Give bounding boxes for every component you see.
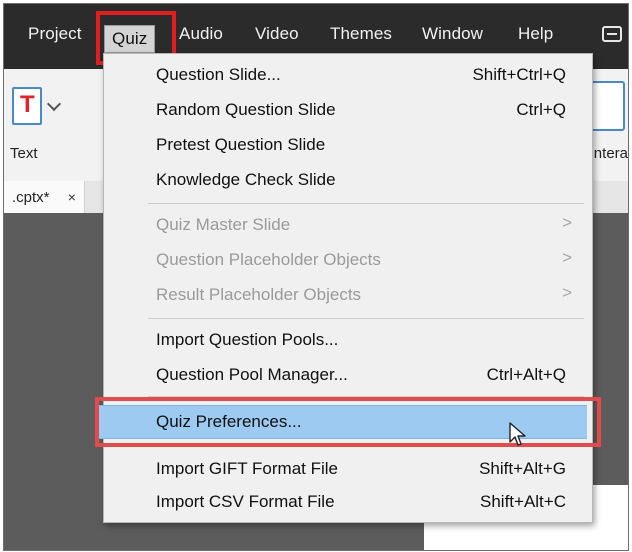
menu-item-random-question-slide[interactable]: Random Question Slide Ctrl+Q bbox=[104, 93, 592, 127]
menu-video[interactable]: Video bbox=[255, 24, 299, 44]
ribbon-label-interactions: Intera bbox=[589, 145, 628, 162]
interaction-icon[interactable] bbox=[589, 81, 625, 131]
text-t-icon[interactable]: T bbox=[12, 87, 42, 125]
menu-audio[interactable]: Audio bbox=[179, 24, 223, 44]
menu-item-import-csv-format-file[interactable]: Import CSV Format File Shift+Alt+C bbox=[104, 485, 592, 519]
menu-separator bbox=[148, 203, 584, 204]
chat-icon[interactable] bbox=[602, 26, 622, 42]
menu-item-question-pool-manager[interactable]: Question Pool Manager... Ctrl+Alt+Q bbox=[104, 358, 592, 392]
menu-item-import-gift-format-file[interactable]: Import GIFT Format File Shift+Alt+G bbox=[104, 452, 592, 486]
menu-item-shortcut: Ctrl+Q bbox=[516, 100, 566, 119]
document-tab-filename: .cptx* bbox=[12, 189, 50, 206]
ribbon-label-text: Text bbox=[10, 145, 38, 162]
menu-item-label: Question Placeholder Objects bbox=[156, 250, 381, 269]
close-icon[interactable]: × bbox=[68, 189, 76, 205]
menu-item-label: Import Question Pools... bbox=[156, 330, 339, 349]
submenu-arrow-icon: > bbox=[562, 213, 572, 232]
menu-item-label: Import CSV Format File bbox=[156, 492, 335, 511]
app-window: Project Quiz Audio Video Themes Window H… bbox=[3, 3, 629, 551]
submenu-arrow-icon: > bbox=[562, 283, 572, 302]
menu-themes[interactable]: Themes bbox=[330, 24, 392, 44]
menu-item-quiz-master-slide: Quiz Master Slide > bbox=[104, 208, 592, 242]
menu-item-pretest-question-slide[interactable]: Pretest Question Slide bbox=[104, 128, 592, 162]
menu-item-label: Knowledge Check Slide bbox=[156, 170, 336, 189]
menu-project[interactable]: Project bbox=[28, 24, 82, 44]
menu-item-shortcut: Ctrl+Alt+Q bbox=[486, 365, 566, 384]
menu-item-label: Import GIFT Format File bbox=[156, 459, 338, 478]
menu-item-label: Question Slide... bbox=[156, 65, 281, 84]
menu-help[interactable]: Help bbox=[518, 24, 553, 44]
menu-item-result-placeholder-objects: Result Placeholder Objects > bbox=[104, 278, 592, 312]
menu-item-label: Random Question Slide bbox=[156, 100, 336, 119]
menu-item-shortcut: Shift+Ctrl+Q bbox=[472, 65, 566, 84]
menu-item-label: Quiz Master Slide bbox=[156, 215, 291, 234]
menu-item-shortcut: Shift+Alt+C bbox=[480, 492, 566, 511]
chevron-down-icon[interactable] bbox=[46, 96, 62, 112]
quiz-menu-dropdown: Question Slide... Shift+Ctrl+Q Random Qu… bbox=[97, 53, 593, 523]
menu-item-import-question-pools[interactable]: Import Question Pools... bbox=[104, 323, 592, 357]
menu-item-label: Question Pool Manager... bbox=[156, 365, 348, 384]
menu-item-label: Pretest Question Slide bbox=[156, 135, 326, 154]
menu-item-knowledge-check-slide[interactable]: Knowledge Check Slide bbox=[104, 163, 592, 197]
menu-window[interactable]: Window bbox=[422, 24, 483, 44]
document-tab[interactable]: .cptx* × bbox=[4, 181, 85, 213]
menu-separator bbox=[148, 318, 584, 319]
menu-item-question-slide[interactable]: Question Slide... Shift+Ctrl+Q bbox=[104, 58, 592, 92]
menu-item-shortcut: Shift+Alt+G bbox=[479, 459, 566, 478]
submenu-arrow-icon: > bbox=[562, 248, 572, 267]
menu-item-question-placeholder-objects: Question Placeholder Objects > bbox=[104, 243, 592, 277]
menu-item-label: Result Placeholder Objects bbox=[156, 285, 362, 304]
menu-item-label: Quiz Preferences... bbox=[156, 412, 302, 431]
